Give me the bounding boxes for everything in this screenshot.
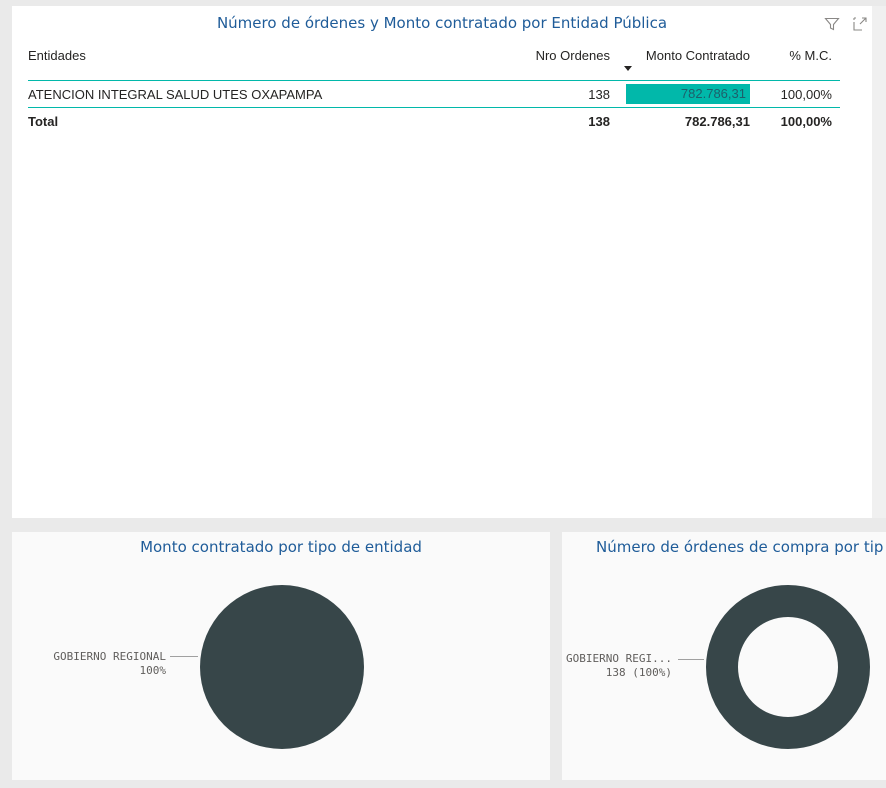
- sort-descending-icon: [624, 66, 632, 71]
- table-visual[interactable]: Número de órdenes y Monto contratado por…: [12, 6, 872, 518]
- donut-slice-category: GOBIERNO REGI...: [566, 652, 672, 665]
- data-table: Entidades Nro Ordenes Monto Contratado %…: [28, 44, 840, 134]
- pie-leader-line: [170, 656, 198, 657]
- donut-slice-label: GOBIERNO REGI... 138 (100%): [566, 652, 672, 680]
- table-visual-title: Número de órdenes y Monto contratado por…: [216, 14, 668, 32]
- visual-header-icons: [824, 16, 868, 32]
- cell-entidad: ATENCION INTEGRAL SALUD UTES OXAPAMPA: [28, 86, 323, 102]
- donut-slice-value: 138 (100%): [605, 666, 672, 679]
- table-total-row: Total 138 782.786,31 100,00%: [28, 108, 840, 134]
- column-header-nro-ordenes[interactable]: Nro Ordenes: [518, 48, 620, 63]
- pie-chart-visual[interactable]: Monto contratado por tipo de entidad GOB…: [12, 532, 550, 780]
- pie-chart-title: Monto contratado por tipo de entidad: [140, 538, 422, 556]
- table-row[interactable]: ATENCION INTEGRAL SALUD UTES OXAPAMPA 13…: [28, 80, 840, 108]
- pie-chart: [200, 585, 364, 749]
- column-header-monto[interactable]: Monto Contratado: [620, 48, 750, 71]
- total-label: Total: [28, 113, 59, 129]
- focus-mode-icon[interactable]: [852, 16, 868, 32]
- cell-nro-ordenes: 138: [588, 86, 610, 102]
- scrollbar-strip: [872, 6, 886, 518]
- donut-slice-gobierno-regional[interactable]: [706, 585, 870, 749]
- column-header-pct[interactable]: % M.C.: [750, 48, 840, 63]
- filter-icon[interactable]: [824, 16, 840, 32]
- total-pct: 100,00%: [780, 113, 832, 129]
- donut-chart-visual[interactable]: Número de órdenes de compra por tip GOBI…: [562, 532, 886, 780]
- donut-chart-title: Número de órdenes de compra por tip: [596, 538, 884, 556]
- column-header-entidades[interactable]: Entidades: [28, 48, 518, 63]
- report-page: Número de órdenes y Monto contratado por…: [0, 0, 886, 788]
- pie-slice-category: GOBIERNO REGIONAL: [53, 650, 166, 663]
- cell-monto-value: 782.786,31: [680, 86, 746, 101]
- cell-monto: 782.786,31: [620, 84, 750, 104]
- total-nro-ordenes: 138: [588, 113, 610, 129]
- donut-leader-line: [678, 659, 704, 660]
- total-monto: 782.786,31: [684, 113, 750, 129]
- pie-slice-value: 100%: [139, 664, 167, 677]
- column-header-monto-label: Monto Contratado: [645, 48, 750, 63]
- donut-chart: [706, 585, 870, 749]
- pie-slice-label: GOBIERNO REGIONAL 100%: [20, 650, 166, 678]
- pie-slice-gobierno-regional[interactable]: [200, 585, 364, 749]
- cell-pct: 100,00%: [780, 86, 832, 102]
- table-header-row: Entidades Nro Ordenes Monto Contratado %…: [28, 44, 840, 76]
